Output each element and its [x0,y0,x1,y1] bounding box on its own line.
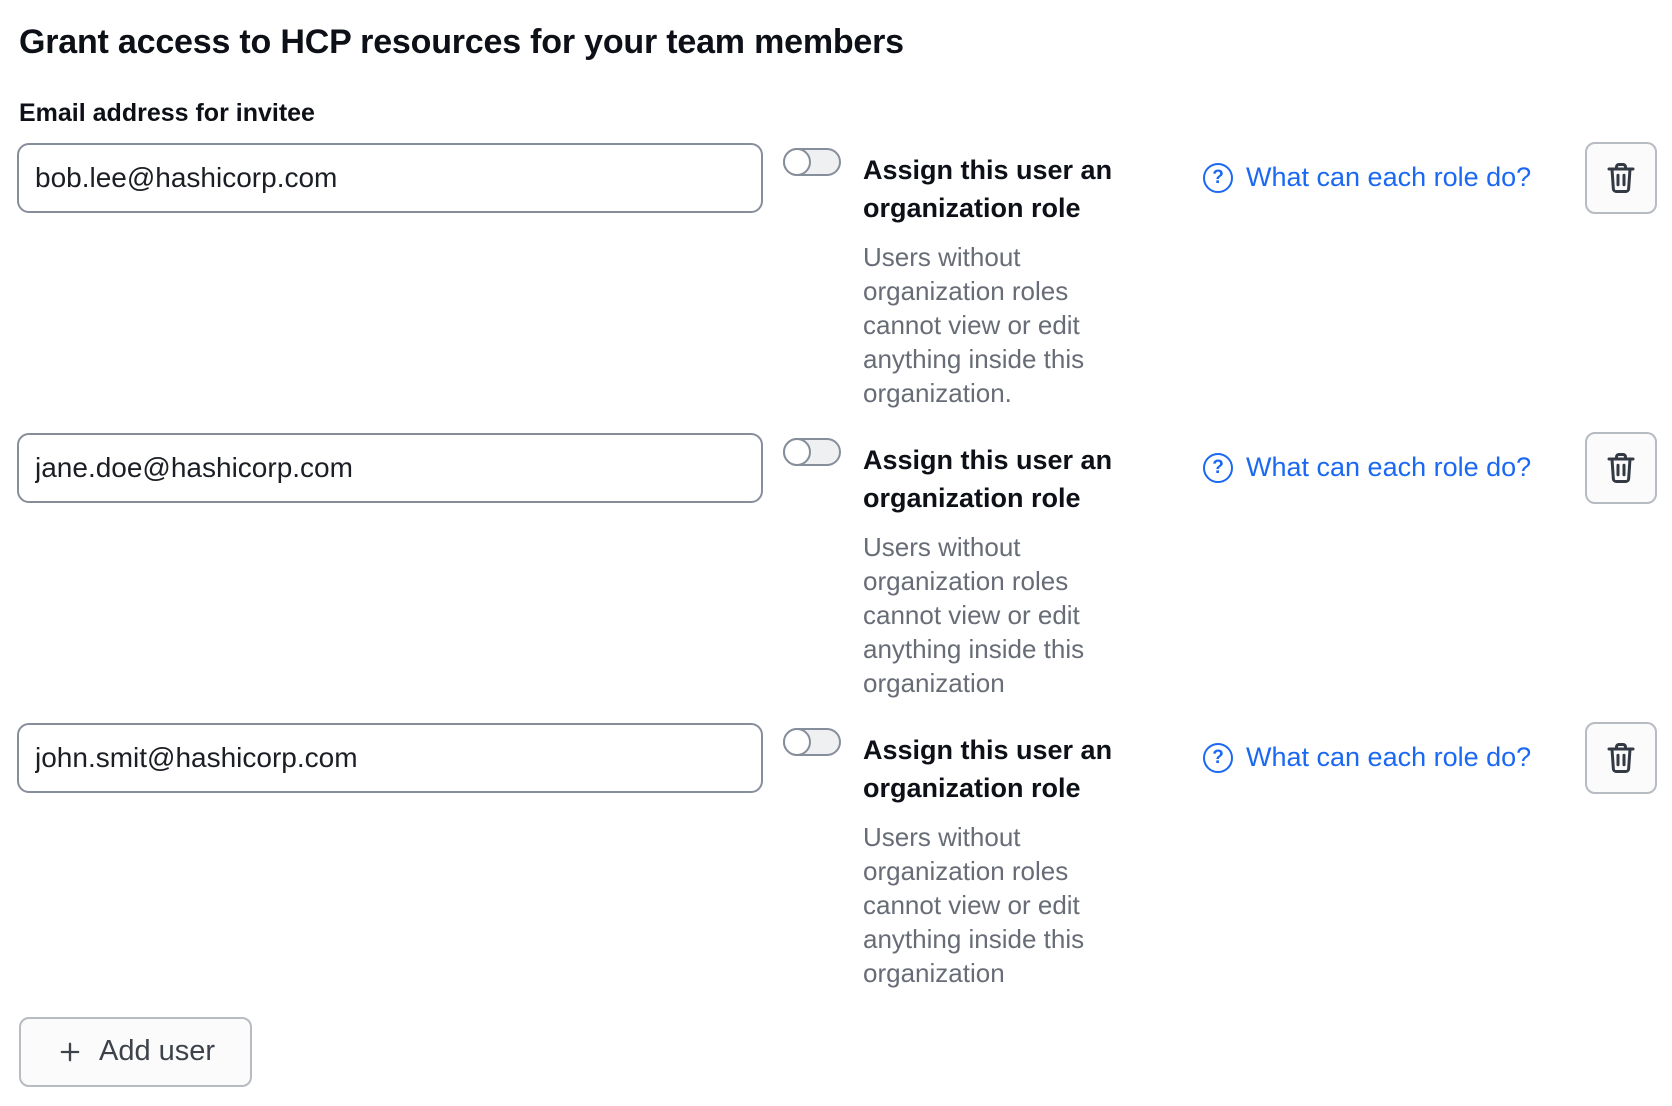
toggle-knob [783,438,811,466]
email-input[interactable] [17,143,763,213]
delete-user-button[interactable] [1585,722,1657,794]
role-toggle-description: Users without organization roles cannot … [863,820,1163,990]
delete-user-button[interactable] [1585,142,1657,214]
invite-row: Assign this user an organization role Us… [17,143,1657,410]
question-circle-icon [1203,453,1233,483]
role-help-link-label: What can each role do? [1246,742,1531,773]
plus-icon [56,1038,84,1066]
role-text-block: Assign this user an organization role Us… [863,143,1163,410]
role-toggle-description: Users without organization roles cannot … [863,530,1163,700]
role-toggle-label: Assign this user an organization role [863,441,1163,517]
trash-icon [1603,160,1639,196]
add-user-button-label: Add user [99,1035,215,1068]
email-address-label: Email address for invitee [19,99,1657,127]
org-role-toggle[interactable] [783,438,841,466]
email-input[interactable] [17,433,763,503]
role-help-link[interactable]: What can each role do? [1203,143,1531,213]
role-toggle-label: Assign this user an organization role [863,151,1163,227]
delete-user-button[interactable] [1585,432,1657,504]
question-circle-icon [1203,743,1233,773]
email-input[interactable] [17,723,763,793]
grant-access-form: Grant access to HCP resources for your t… [0,0,1672,1087]
role-help-link-label: What can each role do? [1246,162,1531,193]
page-title: Grant access to HCP resources for your t… [19,22,1657,63]
role-help-link[interactable]: What can each role do? [1203,723,1531,793]
org-role-toggle[interactable] [783,148,841,176]
role-help-link-label: What can each role do? [1246,452,1531,483]
question-circle-icon [1203,163,1233,193]
toggle-knob [783,148,811,176]
add-user-button[interactable]: Add user [19,1017,252,1087]
role-help-link[interactable]: What can each role do? [1203,433,1531,503]
role-toggle-label: Assign this user an organization role [863,731,1163,807]
trash-icon [1603,740,1639,776]
invite-row: Assign this user an organization role Us… [17,433,1657,700]
trash-icon [1603,450,1639,486]
toggle-knob [783,728,811,756]
role-text-block: Assign this user an organization role Us… [863,723,1163,990]
role-toggle-description: Users without organization roles cannot … [863,240,1163,410]
invite-row: Assign this user an organization role Us… [17,723,1657,990]
role-text-block: Assign this user an organization role Us… [863,433,1163,700]
org-role-toggle[interactable] [783,728,841,756]
